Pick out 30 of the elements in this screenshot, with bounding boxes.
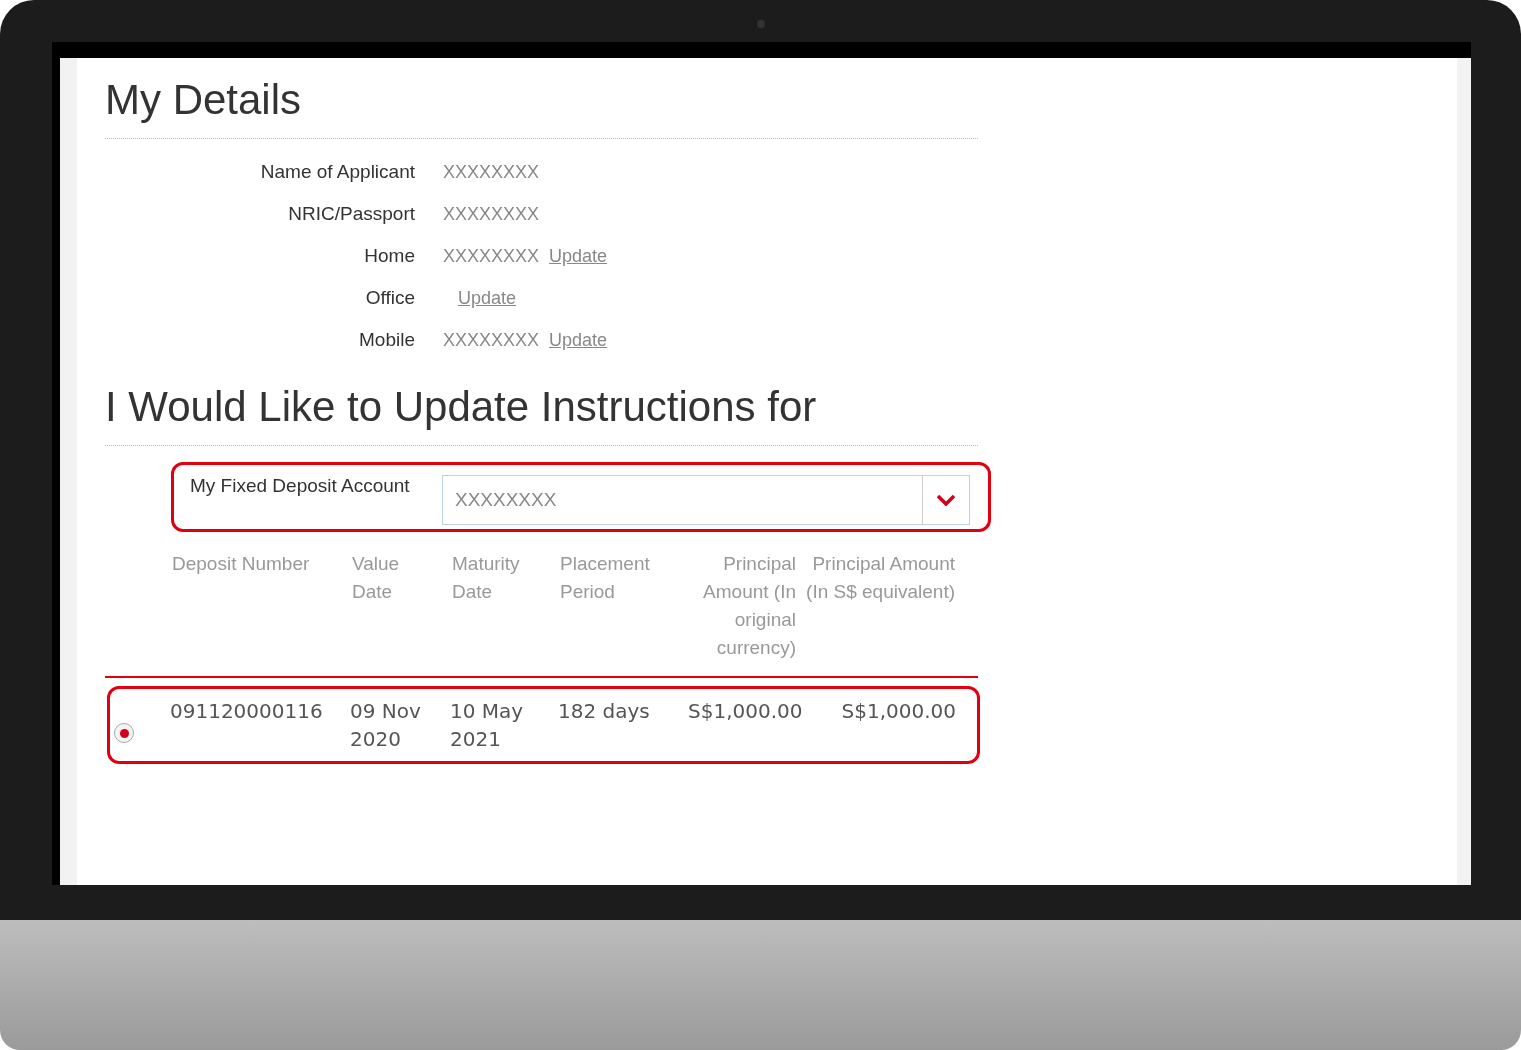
field-value: XXXXXXXX [443,330,540,351]
field-label: Name of Applicant [259,161,415,183]
update-link[interactable]: Update [458,288,517,309]
chevron-down-icon [936,494,956,506]
field-value: XXXXXXXX [443,204,540,225]
table-cell-text: 10 May 2021 [450,698,525,753]
table-cell-text: 09 Nov 2020 [350,698,422,753]
update-link[interactable]: Update [549,330,608,351]
field-value: XXXXXXXX [443,162,540,183]
column-header: Deposit Number [171,552,311,576]
field-label: Home [363,245,415,267]
section-title: My Details [105,76,303,124]
column-header: Principal Amount (In original currency) [702,552,797,660]
account-dropdown[interactable]: XXXXXXXX [442,475,970,525]
table-cell-text: S$1,000.00 [688,698,804,725]
column-header: Principal Amount (In S$ equivalent) [805,552,956,604]
column-header: Maturity Date [451,552,521,604]
field-value: XXXXXXXX [443,246,540,267]
column-header: Value Date [351,552,401,604]
field-label: Mobile [358,329,415,351]
table-cell-text: 091120000116 [170,698,324,725]
table-cell-text: 182 days [558,698,651,725]
table-cell-text: S$1,000.00 [840,698,957,725]
field-label: Office [364,287,415,309]
field-label: NRIC/Passport [287,203,415,225]
update-link[interactable]: Update [549,246,608,267]
radio-button[interactable] [114,723,134,743]
field-label: My Fixed Deposit Account [190,475,411,497]
section-title: I Would Like to Update Instructions for [105,383,818,431]
column-header: Placement Period [559,552,651,604]
